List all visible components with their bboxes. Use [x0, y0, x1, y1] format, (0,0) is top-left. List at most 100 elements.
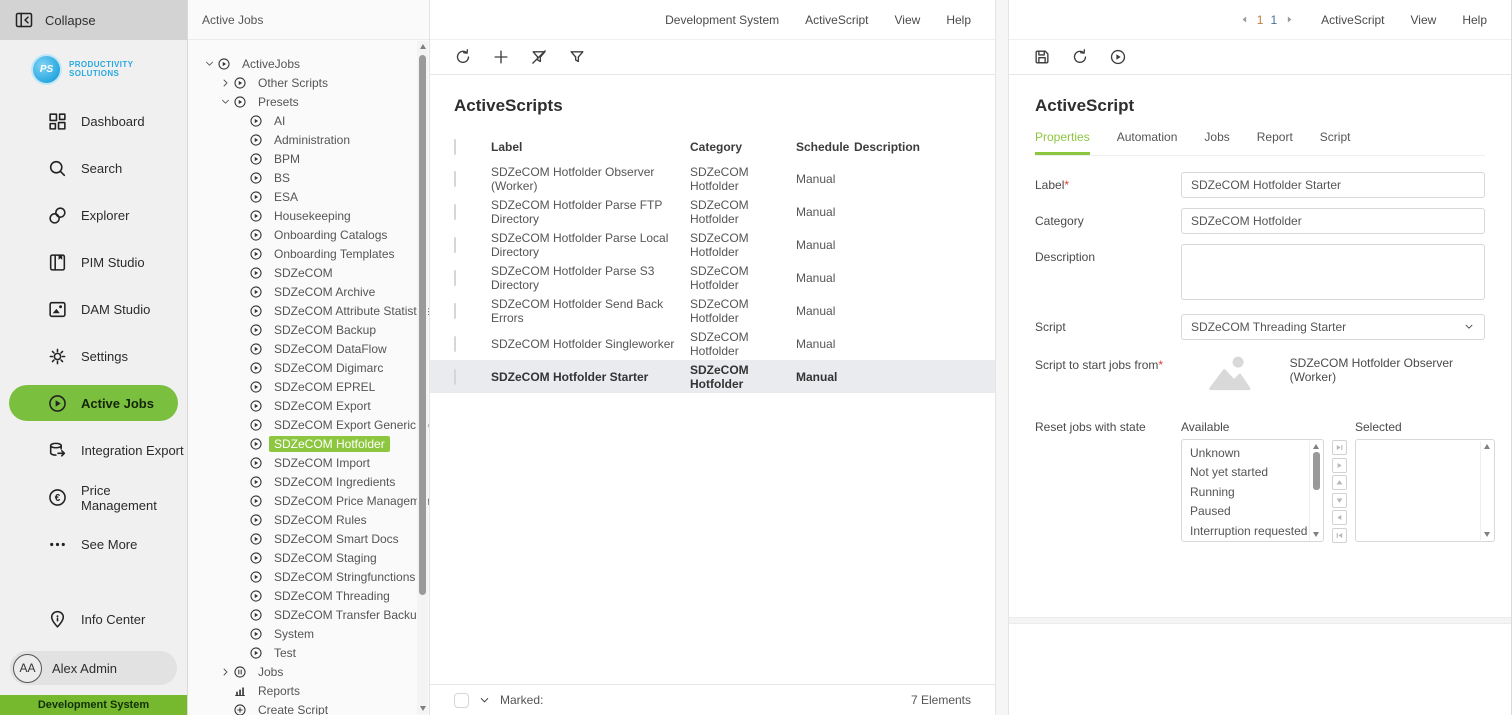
script-start-value[interactable]: SDZeCOM Hotfolder Observer (Worker) [1290, 352, 1485, 384]
scroll-up-icon[interactable] [1313, 444, 1319, 449]
table-row[interactable]: SDZeCOM Hotfolder Send Back Errors SDZeC… [430, 294, 995, 327]
tree-item[interactable]: SDZeCOM Digimarc [188, 358, 415, 377]
sidebar-item[interactable]: PIM Studio [0, 239, 187, 286]
next-record-icon[interactable] [1284, 14, 1295, 25]
transfer-button[interactable] [1332, 510, 1347, 525]
listbox-scrollbar[interactable] [1480, 441, 1493, 540]
sidebar-item[interactable]: Settings [0, 333, 187, 380]
tree-item[interactable]: System [188, 624, 415, 643]
row-checkbox[interactable] [454, 369, 456, 385]
sidebar-item[interactable]: Active Jobs [9, 385, 178, 421]
prev-record-icon[interactable] [1239, 14, 1250, 25]
tree-expander-icon[interactable] [218, 704, 233, 715]
scroll-down-icon[interactable] [420, 706, 426, 711]
tree-item[interactable]: SDZeCOM Attribute Statistics [188, 301, 415, 320]
row-checkbox[interactable] [454, 237, 456, 253]
collapse-button[interactable]: Collapse [0, 0, 187, 40]
tree-expander-icon[interactable] [234, 191, 249, 203]
menu-item[interactable]: View [1411, 13, 1437, 27]
tree-item[interactable]: SDZeCOM DataFlow [188, 339, 415, 358]
tree-expander-icon[interactable] [234, 172, 249, 184]
description-textarea[interactable] [1181, 244, 1485, 300]
tree-expander-icon[interactable] [234, 286, 249, 298]
tree-expander-icon[interactable] [234, 609, 249, 621]
tree-item[interactable]: Onboarding Templates [188, 244, 415, 263]
menu-item[interactable]: ActiveScript [1321, 13, 1384, 27]
tree-item[interactable]: SDZeCOM Backup [188, 320, 415, 339]
list-option[interactable]: Unknown [1182, 443, 1307, 463]
row-checkbox[interactable] [454, 171, 456, 187]
listbox-scrollbar[interactable] [1309, 441, 1322, 540]
tab[interactable]: Report [1257, 130, 1293, 155]
tree-item[interactable]: SDZeCOM Archive [188, 282, 415, 301]
column-header-description[interactable]: Description [854, 140, 995, 154]
tree-expander-icon[interactable] [234, 229, 249, 241]
sidebar-item[interactable]: Dashboard [0, 98, 187, 145]
tree-item[interactable]: AI [188, 111, 415, 130]
tree-expander-icon[interactable] [234, 552, 249, 564]
transfer-button[interactable] [1332, 458, 1347, 473]
row-checkbox[interactable] [454, 303, 456, 319]
table-row[interactable]: SDZeCOM Hotfolder Singleworker SDZeCOM H… [430, 327, 995, 360]
scroll-up-icon[interactable] [1484, 444, 1490, 449]
list-option[interactable]: Running [1182, 482, 1307, 502]
tree-item[interactable]: SDZeCOM Smart Docs [188, 529, 415, 548]
row-checkbox[interactable] [454, 270, 456, 286]
tab[interactable]: Automation [1117, 130, 1178, 155]
row-checkbox[interactable] [454, 336, 456, 352]
tree-item[interactable]: Presets [188, 92, 415, 111]
transfer-button[interactable] [1332, 440, 1347, 455]
table-row[interactable]: SDZeCOM Hotfolder Parse Local Directory … [430, 228, 995, 261]
row-checkbox[interactable] [454, 204, 456, 220]
menu-item[interactable]: Help [946, 13, 971, 27]
sidebar-item[interactable]: DAM Studio [0, 286, 187, 333]
column-header-label[interactable]: Label [491, 140, 690, 154]
tree-item[interactable]: SDZeCOM Stringfunctions [188, 567, 415, 586]
tree-expander-icon[interactable] [234, 248, 249, 260]
list-option[interactable]: Paused [1182, 502, 1307, 522]
filter-button[interactable] [568, 48, 586, 66]
tree-expander-icon[interactable] [234, 153, 249, 165]
table-row[interactable]: SDZeCOM Hotfolder Parse FTP Directory SD… [430, 195, 995, 228]
tree-expander-icon[interactable] [234, 343, 249, 355]
tree-expander-icon[interactable] [234, 381, 249, 393]
tab[interactable]: Jobs [1204, 130, 1229, 155]
scroll-up-icon[interactable] [420, 44, 426, 49]
scrollbar-thumb[interactable] [419, 55, 426, 595]
tree-item[interactable]: Test [188, 643, 415, 662]
tree-item[interactable]: Jobs [188, 662, 415, 681]
tree-item[interactable]: Administration [188, 130, 415, 149]
tree-item[interactable]: BS [188, 168, 415, 187]
tree-expander-icon[interactable] [234, 400, 249, 412]
sidebar-item[interactable]: € Price Management [0, 474, 187, 521]
refresh-button[interactable] [1071, 48, 1089, 66]
tree-expander-icon[interactable] [234, 324, 249, 336]
tree-item[interactable]: SDZeCOM Import [188, 453, 415, 472]
tree-expander-icon[interactable] [234, 210, 249, 222]
add-button[interactable] [492, 48, 510, 66]
menu-item[interactable]: ActiveScript [805, 13, 868, 27]
table-row[interactable]: SDZeCOM Hotfolder Observer (Worker) SDZe… [430, 162, 995, 195]
tree-item[interactable]: SDZeCOM [188, 263, 415, 282]
tree-expander-icon[interactable] [234, 305, 249, 317]
tree-item[interactable]: SDZeCOM Threading [188, 586, 415, 605]
tree-item[interactable]: BPM [188, 149, 415, 168]
table-row[interactable]: SDZeCOM Hotfolder Parse S3 Directory SDZ… [430, 261, 995, 294]
scrollbar-thumb[interactable] [1313, 452, 1320, 490]
save-button[interactable] [1033, 48, 1051, 66]
sidebar-item[interactable]: Explorer [0, 192, 187, 239]
sidebar-item[interactable]: Search [0, 145, 187, 192]
user-menu[interactable]: AA Alex Admin [10, 651, 177, 685]
sidebar-item[interactable]: Integration Export [0, 427, 187, 474]
tree-item[interactable]: SDZeCOM Staging [188, 548, 415, 567]
tab[interactable]: Script [1320, 130, 1351, 155]
column-header-schedule[interactable]: Schedule [796, 140, 854, 154]
tree-expander-icon[interactable] [234, 533, 249, 545]
tree-item[interactable]: SDZeCOM Ingredients [188, 472, 415, 491]
tree-expander-icon[interactable] [234, 476, 249, 488]
tree-item[interactable]: SDZeCOM Hotfolder [188, 434, 415, 453]
tree-expander-icon[interactable] [234, 571, 249, 583]
refresh-button[interactable] [454, 48, 472, 66]
tree-expander-icon[interactable] [218, 96, 233, 108]
tree-expander-icon[interactable] [234, 590, 249, 602]
